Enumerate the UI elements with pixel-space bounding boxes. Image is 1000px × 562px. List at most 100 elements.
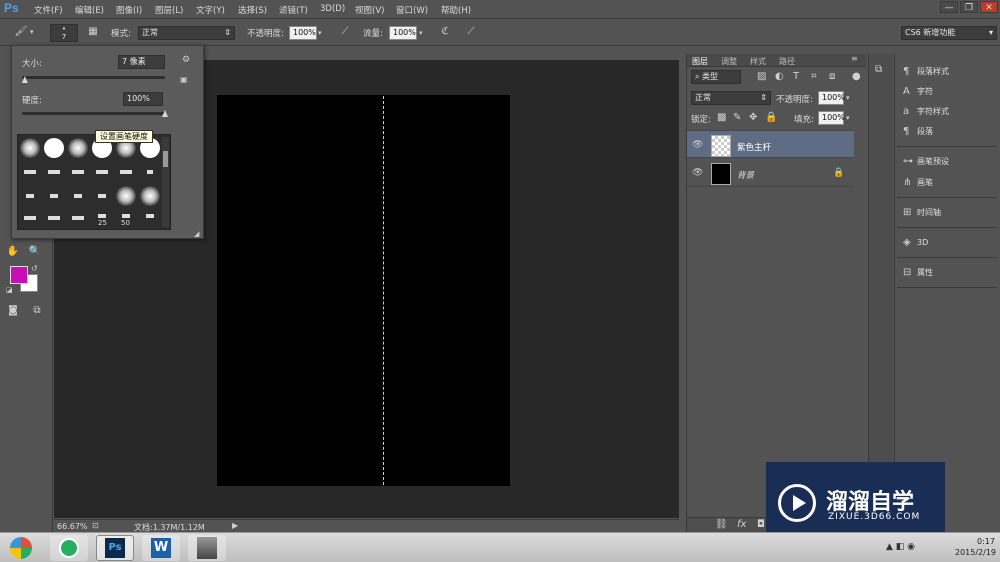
fill-input[interactable]: 100% xyxy=(818,111,845,125)
status-menu-arrow-icon[interactable]: ▶ xyxy=(232,520,238,532)
layer-filter-select[interactable]: ⌕ 类型 xyxy=(691,70,741,84)
vertical-guide-line[interactable] xyxy=(383,96,384,485)
brush-preset[interactable] xyxy=(115,161,137,183)
opacity-dropdown-icon[interactable]: ▾ xyxy=(318,27,322,39)
filter-smart-object-icon[interactable]: ⧈ xyxy=(829,71,835,83)
menu-filter[interactable]: 滤镜(T) xyxy=(279,4,308,16)
filter-adjustment-icon[interactable]: ◐ xyxy=(775,71,784,83)
restore-button[interactable]: ❐ xyxy=(960,1,978,13)
brush-preset[interactable] xyxy=(139,161,161,183)
panel-menu-icon[interactable]: ≡ xyxy=(851,54,858,63)
brush-preset[interactable] xyxy=(91,161,113,183)
brush-preset[interactable] xyxy=(115,185,137,207)
dock-timeline[interactable]: ⊞ 时间轴 xyxy=(903,207,941,223)
hand-tool-icon[interactable]: ✋ xyxy=(6,246,20,258)
dock-properties[interactable]: ⊟ 属性 xyxy=(903,267,933,283)
dock-paragraph-styles[interactable]: ¶ 段落样式 xyxy=(903,66,949,82)
airbrush-icon[interactable]: ℭ xyxy=(438,26,452,38)
foreground-color-swatch[interactable] xyxy=(10,266,28,284)
brush-preset[interactable] xyxy=(139,205,161,227)
gear-icon[interactable]: ⚙ xyxy=(182,54,190,66)
size-slider-track[interactable] xyxy=(22,76,165,79)
visibility-eye-icon[interactable]: 👁 xyxy=(692,139,703,151)
brush-preset[interactable] xyxy=(19,137,41,159)
tab-layers[interactable]: 图层 xyxy=(692,56,708,67)
flow-dropdown-icon[interactable]: ▾ xyxy=(419,27,423,39)
tray-clock[interactable]: 0:17 2015/2/19 xyxy=(955,536,996,558)
layer-opacity-dropdown-icon[interactable]: ▾ xyxy=(846,92,850,104)
taskbar-browser[interactable] xyxy=(50,535,88,561)
filter-toggle-icon[interactable]: ● xyxy=(852,71,861,83)
brush-preset[interactable] xyxy=(43,207,65,229)
brush-preset[interactable] xyxy=(67,207,89,229)
brush-preset[interactable] xyxy=(67,185,89,207)
tab-paths[interactable]: 路径 xyxy=(779,56,795,67)
tray-icons[interactable]: ▲ ◧ ◉ xyxy=(886,541,915,553)
brush-preset[interactable] xyxy=(43,137,65,159)
opacity-input[interactable]: 100% xyxy=(289,26,317,40)
link-layers-icon[interactable]: ⛓ xyxy=(715,519,728,531)
menu-image[interactable]: 图像(I) xyxy=(116,4,142,16)
filter-pixel-icon[interactable]: ▨ xyxy=(757,71,766,83)
lock-position-icon[interactable]: ✥ xyxy=(749,112,757,124)
flow-input[interactable]: 100% xyxy=(389,26,417,40)
minimize-button[interactable]: — xyxy=(940,1,958,13)
default-colors-icon[interactable]: ◪ xyxy=(6,284,13,296)
menu-view[interactable]: 视图(V) xyxy=(355,4,384,16)
quick-mask-icon[interactable]: ◙ xyxy=(6,305,20,317)
history-panel-icon[interactable]: ⧉ xyxy=(875,64,882,76)
brush-panel-toggle-icon[interactable]: ▦ xyxy=(86,26,100,38)
resize-grip-icon[interactable]: ◢ xyxy=(194,228,199,240)
document-canvas[interactable] xyxy=(217,95,510,486)
tab-styles[interactable]: 样式 xyxy=(750,56,766,67)
lock-pixels-icon[interactable]: ✎ xyxy=(733,112,741,124)
new-preset-icon[interactable]: ▣ xyxy=(180,74,188,86)
pressure-opacity-icon[interactable]: ⟋ xyxy=(338,26,352,38)
layer-row[interactable]: 👁 紫色主杆 xyxy=(687,130,854,158)
menu-file[interactable]: 文件(F) xyxy=(34,4,63,16)
hardness-slider-track[interactable] xyxy=(22,112,165,115)
menu-layer[interactable]: 图层(L) xyxy=(155,4,183,16)
taskbar-photoshop[interactable]: Ps xyxy=(96,535,134,561)
brush-preset[interactable] xyxy=(43,161,65,183)
layer-style-icon[interactable]: fx xyxy=(737,519,746,531)
taskbar-image-viewer[interactable] xyxy=(188,535,226,561)
blend-mode-select[interactable]: 正常 ⇕ xyxy=(691,91,771,105)
brush-preset[interactable] xyxy=(19,185,41,207)
brush-tool-icon[interactable]: 🖌 xyxy=(14,26,28,38)
menu-select[interactable]: 选择(S) xyxy=(238,4,267,16)
chevron-down-icon[interactable]: ▾ xyxy=(30,26,34,38)
brush-preset[interactable] xyxy=(67,137,89,159)
menu-edit[interactable]: 编辑(E) xyxy=(75,4,104,16)
zoom-tool-icon[interactable]: 🔍 xyxy=(28,246,42,258)
zoom-level[interactable]: 66.67% xyxy=(57,522,88,531)
layer-row[interactable]: 👁 背景 🔒 xyxy=(687,159,854,187)
dock-character-styles[interactable]: a 字符样式 xyxy=(903,106,949,122)
add-mask-icon[interactable]: ◘ xyxy=(757,519,765,531)
brush-preset[interactable] xyxy=(91,185,113,207)
brush-preset[interactable] xyxy=(139,185,161,207)
status-info-icon[interactable]: ⊡ xyxy=(92,520,99,532)
dock-brush-presets[interactable]: ⊶ 画笔预设 xyxy=(903,156,949,172)
close-button[interactable]: ✕ xyxy=(980,1,998,13)
lock-all-icon[interactable]: 🔒 xyxy=(765,112,777,124)
mode-select[interactable]: 正常 ⇕ xyxy=(138,26,235,40)
layer-opacity-input[interactable]: 100% xyxy=(818,91,845,105)
brush-preset[interactable] xyxy=(19,161,41,183)
menu-3d[interactable]: 3D(D) xyxy=(320,4,345,14)
dock-character[interactable]: A 字符 xyxy=(903,86,933,102)
layer-name[interactable]: 紫色主杆 xyxy=(737,141,771,153)
brush-preset[interactable] xyxy=(67,161,89,183)
screen-mode-icon[interactable]: ⧉ xyxy=(30,305,44,317)
pressure-size-icon[interactable]: ⟋ xyxy=(464,26,478,38)
brush-size-picker[interactable]: • 7 xyxy=(50,24,78,42)
menu-type[interactable]: 文字(Y) xyxy=(196,4,225,16)
size-input[interactable]: 7 像素 xyxy=(118,55,165,69)
filter-type-icon[interactable]: T xyxy=(793,71,799,83)
tab-adjustments[interactable]: 调整 xyxy=(721,56,737,67)
dock-brush[interactable]: ⋔ 画笔 xyxy=(903,177,933,193)
start-button[interactable] xyxy=(4,535,38,561)
hardness-input[interactable]: 100% xyxy=(123,92,163,106)
layer-name[interactable]: 背景 xyxy=(737,169,754,181)
brush-preset[interactable] xyxy=(43,185,65,207)
